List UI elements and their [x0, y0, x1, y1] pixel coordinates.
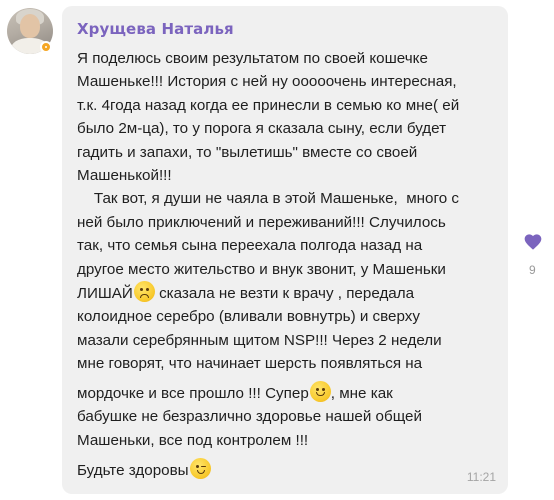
sad-face-icon: [133, 281, 155, 303]
message-line: Будьте здоровы: [77, 457, 497, 482]
message-text: Я поделюсь своим результатом по своей ко…: [77, 47, 497, 482]
winking-face-icon: [189, 457, 211, 479]
message-fragment: Будьте здоровы: [77, 461, 189, 479]
message-line: Машеньке!!! История с ней ну ооооочень и…: [77, 73, 457, 91]
message-line: бабушке не безразлично здоровье нашей об…: [77, 408, 422, 426]
message-bubble: Хрущева Наталья Я поделюсь своим результ…: [62, 6, 508, 494]
like-count: 9: [529, 263, 536, 277]
message-line: Так вот, я души не чаяла в этой Машеньке…: [77, 190, 459, 208]
message-line: Машенькой!!!: [77, 167, 172, 185]
avatar-face: [20, 14, 40, 38]
message-line: так, что семья сына переехала полгода на…: [77, 237, 423, 255]
message-line: мордочке и все прошло !!! Супер , мне как: [77, 380, 497, 405]
message-line: Я поделюсь своим результатом по своей ко…: [77, 50, 428, 67]
status-badge: [40, 41, 52, 53]
message-line: гадить и запахи, то "вылетишь" вместе со…: [77, 143, 418, 161]
message-fragment: сказала не везти к врачу , передала: [154, 285, 415, 303]
heart-icon[interactable]: [523, 232, 543, 252]
message-fragment: ЛИШАЙ: [77, 285, 133, 303]
sender-name[interactable]: Хрущева Наталья: [77, 20, 234, 38]
message-line: Машеньки, все под контролем !!!: [77, 431, 309, 449]
message-line: было 2м-ца), то у порога я сказала сыну,…: [77, 120, 447, 138]
message-fragment: мордочке и все прошло !!! Супер: [77, 384, 309, 402]
message-line: мне говорят, что начинает шерсть появлят…: [77, 355, 423, 373]
smiling-face-icon: [309, 380, 331, 402]
message-line: мазали серебрянным щитом NSP!!! Через 2 …: [77, 331, 442, 349]
message-line: ней было приключений и переживаний!!! Сл…: [77, 213, 446, 231]
message-line: колоидное серебро (вливали вовнутрь) и с…: [77, 308, 420, 326]
message-line: другое место жительство и внук звонит, у…: [77, 260, 446, 278]
message-line: т.к. 4года назад когда ее принесли в сем…: [77, 96, 460, 114]
message-fragment: , мне как: [330, 384, 393, 402]
message-line: ЛИШАЙ сказала не везти к врачу , передал…: [77, 281, 497, 305]
message-timestamp: 11:21: [466, 470, 496, 484]
